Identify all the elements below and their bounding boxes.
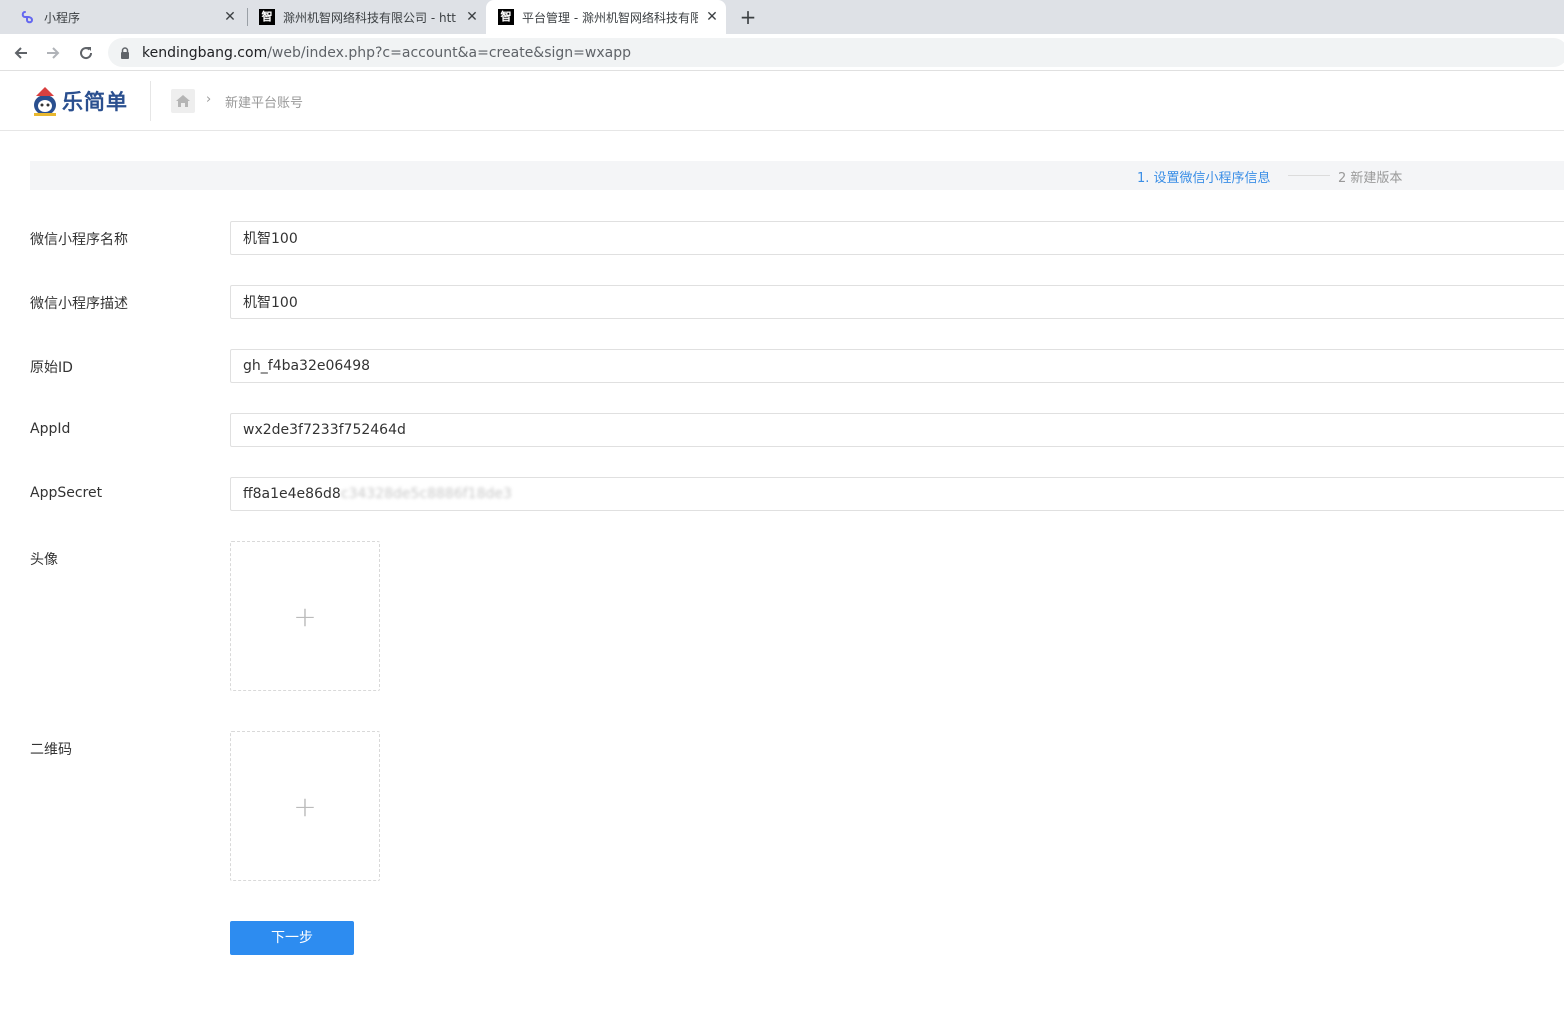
forward-arrow-icon[interactable]	[41, 41, 65, 65]
appsecret-blurred-part: c34328de5c8886f18de3	[340, 486, 512, 502]
zhi-icon: 智	[259, 9, 275, 25]
qrcode-label: 二维码	[30, 742, 72, 758]
description-label: 微信小程序描述	[30, 296, 128, 312]
header-divider	[150, 81, 151, 121]
original-id-input[interactable]	[230, 349, 1564, 383]
appsecret-input[interactable]: ff8a1e4e86d8c34328de5c8886f18de3	[230, 477, 1564, 511]
browser-tab-3-active[interactable]: 智 平台管理 - 滁州机智网络科技有限 ✕	[486, 0, 726, 34]
address-bar[interactable]: kendingbang.com/web/index.php?c=account&…	[108, 38, 1564, 67]
description-input[interactable]	[230, 285, 1564, 319]
url-path: /web/index.php?c=account&a=create&sign=w…	[267, 44, 631, 61]
appid-label: AppId	[30, 421, 71, 437]
avatar-label: 头像	[30, 552, 58, 568]
browser-tab-strip: 小程序 ✕ 智 滁州机智网络科技有限公司 - htt ✕ 智 平台管理 - 滁州…	[0, 0, 1564, 34]
step-connector	[1288, 175, 1330, 176]
tab-separator	[247, 8, 248, 26]
zhi-icon: 智	[498, 9, 514, 25]
name-input[interactable]	[230, 221, 1564, 255]
url-host: kendingbang.com	[142, 44, 268, 61]
browser-tab-2[interactable]: 智 滁州机智网络科技有限公司 - htt ✕	[252, 0, 486, 34]
logo-text: 乐简单	[62, 90, 128, 114]
site-logo[interactable]: 乐简单	[30, 83, 130, 119]
plus-icon: +	[293, 599, 317, 633]
home-icon[interactable]	[171, 89, 195, 113]
plus-icon[interactable]: +	[736, 5, 760, 29]
close-icon[interactable]: ✕	[704, 9, 720, 25]
back-arrow-icon[interactable]	[9, 41, 33, 65]
page-header: 乐简单 › 新建平台账号	[0, 71, 1564, 131]
close-icon[interactable]: ✕	[222, 9, 238, 25]
name-label: 微信小程序名称	[30, 232, 128, 248]
steps-bar: 1. 设置微信小程序信息 2 新建版本	[30, 161, 1564, 190]
appsecret-visible-part: ff8a1e4e86d8	[243, 486, 341, 502]
appsecret-label: AppSecret	[30, 485, 103, 501]
browser-tab-1[interactable]: 小程序 ✕	[0, 0, 244, 34]
mini-program-icon	[20, 9, 36, 25]
chevron-right-icon: ›	[206, 92, 212, 107]
step-2: 2 新建版本	[1338, 171, 1403, 186]
tab-title: 小程序	[44, 10, 81, 25]
browser-toolbar: kendingbang.com/web/index.php?c=account&…	[0, 34, 1564, 71]
lock-icon	[118, 46, 132, 60]
logo-mascot-icon	[34, 87, 56, 116]
original-id-label: 原始ID	[30, 360, 73, 376]
tab-title: 滁州机智网络科技有限公司 - htt	[283, 10, 456, 25]
avatar-upload[interactable]: +	[230, 541, 380, 691]
step-1-active: 1. 设置微信小程序信息	[1137, 171, 1271, 186]
appid-input[interactable]	[230, 413, 1564, 447]
close-icon[interactable]: ✕	[464, 9, 480, 25]
next-step-button[interactable]: 下一步	[230, 921, 354, 955]
qrcode-upload[interactable]: +	[230, 731, 380, 881]
breadcrumb-current: 新建平台账号	[225, 96, 304, 111]
tab-title: 平台管理 - 滁州机智网络科技有限	[522, 10, 698, 25]
reload-icon[interactable]	[74, 41, 98, 65]
plus-icon: +	[293, 789, 317, 823]
